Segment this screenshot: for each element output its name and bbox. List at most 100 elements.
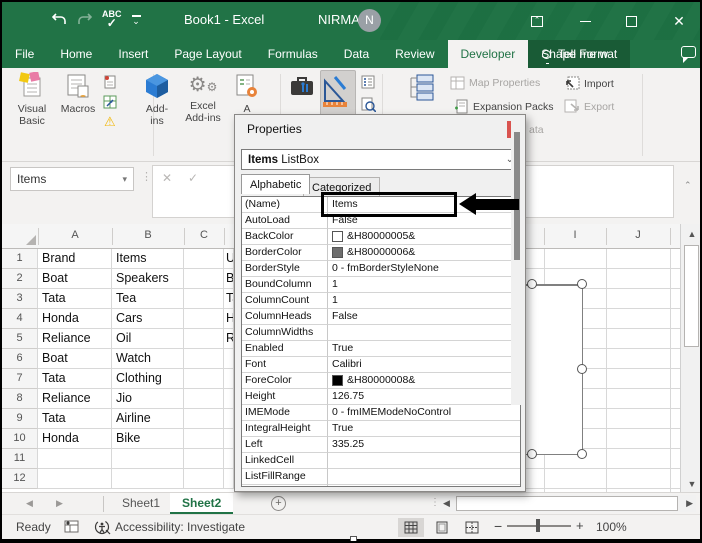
cell-d-peek[interactable] xyxy=(224,369,234,389)
cell-a[interactable]: Tata xyxy=(38,289,112,309)
tab-review[interactable]: Review xyxy=(382,40,447,68)
cell-c[interactable] xyxy=(184,349,224,369)
row-header[interactable]: 6 xyxy=(2,349,38,369)
customize-qat-icon[interactable]: ⌄ xyxy=(132,15,141,24)
property-row-height[interactable]: Height126.75 xyxy=(242,389,520,405)
row-header[interactable]: 1 xyxy=(2,249,38,269)
vscroll-thumb[interactable] xyxy=(684,245,699,347)
next-sheet-icon[interactable]: ▶ xyxy=(56,498,63,509)
view-code-button[interactable] xyxy=(360,96,376,112)
tab-page-layout[interactable]: Page Layout xyxy=(161,40,254,68)
row-header[interactable]: 7 xyxy=(2,369,38,389)
property-row-backcolor[interactable]: BackColor&H80000005& xyxy=(242,229,520,245)
maximize-button[interactable] xyxy=(614,8,648,34)
property-grid-scrollbar[interactable] xyxy=(511,116,524,405)
property-value[interactable]: &H80000006& xyxy=(328,245,520,261)
cell-b[interactable]: Items xyxy=(112,249,184,269)
cell-b[interactable]: Clothing xyxy=(112,369,184,389)
visual-basic-button[interactable]: Visual Basic xyxy=(10,72,54,127)
name-box[interactable]: Items ▾ xyxy=(10,167,134,191)
cell-b[interactable] xyxy=(112,469,184,489)
column-header-C[interactable]: C xyxy=(200,229,208,241)
listbox-control[interactable] xyxy=(522,284,583,455)
cell-d-peek[interactable]: Ta xyxy=(224,289,234,309)
zoom-slider-thumb[interactable] xyxy=(536,519,540,532)
macro-security-icon[interactable]: ⚠ xyxy=(104,114,116,130)
worksheet-left[interactable]: 1BrandItemsU2BoatSpeakersB3TataTeaTa4Hon… xyxy=(2,249,234,492)
control-properties-button[interactable] xyxy=(360,74,376,90)
scroll-down-icon[interactable]: ▼ xyxy=(681,479,702,489)
cell-a[interactable]: Reliance xyxy=(38,389,112,409)
spelling-icon[interactable]: ABC✓ xyxy=(102,10,122,28)
tab-sheet1[interactable]: Sheet1 xyxy=(110,493,172,514)
zoom-in-icon[interactable]: + xyxy=(576,518,584,533)
tab-data[interactable]: Data xyxy=(331,40,382,68)
cell-b[interactable]: Jio xyxy=(112,389,184,409)
property-value[interactable]: 0 - fmIMEModeNoControl xyxy=(328,405,520,421)
insert-controls-button[interactable] xyxy=(286,72,318,103)
normal-view-icon[interactable] xyxy=(398,518,424,537)
cell-d-peek[interactable] xyxy=(224,389,234,409)
property-row-bordercolor[interactable]: BorderColor&H80000006& xyxy=(242,245,520,261)
scroll-left-icon[interactable]: ◀ xyxy=(443,498,450,509)
property-row-columnwidths[interactable]: ColumnWidths xyxy=(242,325,520,341)
property-value[interactable]: &H80000008& xyxy=(328,373,520,389)
redo-icon[interactable] xyxy=(77,13,92,26)
column-header-I[interactable]: I xyxy=(573,229,576,241)
property-value[interactable] xyxy=(328,453,520,469)
zoom-out-icon[interactable]: − xyxy=(494,518,502,534)
row-header[interactable]: 9 xyxy=(2,409,38,429)
tab-insert[interactable]: Insert xyxy=(105,40,161,68)
zoom-level[interactable]: 100% xyxy=(596,520,627,534)
row-header[interactable]: 3 xyxy=(2,289,38,309)
cell-a[interactable]: Honda xyxy=(38,429,112,449)
row-header[interactable]: 5 xyxy=(2,329,38,349)
row-header[interactable]: 10 xyxy=(2,429,38,449)
pgscroll-thumb[interactable] xyxy=(514,132,520,260)
property-value[interactable]: 1 xyxy=(328,277,520,293)
row-header[interactable]: 8 xyxy=(2,389,38,409)
tab-file[interactable]: File xyxy=(2,40,47,68)
property-value[interactable]: 335.25 xyxy=(328,437,520,453)
horizontal-scrollbar[interactable]: ◀ ▶ xyxy=(440,495,696,512)
row-header[interactable]: 11 xyxy=(2,449,38,469)
property-value[interactable]: True xyxy=(328,341,520,357)
cell-a[interactable]: Tata xyxy=(38,369,112,389)
property-row-integralheight[interactable]: IntegralHeightTrue xyxy=(242,421,520,437)
column-header-B[interactable]: B xyxy=(144,229,151,241)
property-value[interactable]: Calibri xyxy=(328,357,520,373)
selection-handle[interactable] xyxy=(577,279,587,289)
undo-icon[interactable] xyxy=(52,13,67,26)
addins-button[interactable]: Add- ins xyxy=(140,72,174,127)
cell-a[interactable]: Tata xyxy=(38,409,112,429)
tell-me-box[interactable]: Tell me w xyxy=(542,40,608,68)
cell-a[interactable] xyxy=(38,469,112,489)
property-row-listfillrange[interactable]: ListFillRange xyxy=(242,469,520,485)
cell-b[interactable]: Watch xyxy=(112,349,184,369)
property-value[interactable] xyxy=(328,325,520,341)
property-value[interactable]: 0 - fmBorderStyleNone xyxy=(328,261,520,277)
property-value[interactable]: 126.75 xyxy=(328,389,520,405)
cell-b[interactable]: Bike xyxy=(112,429,184,449)
relative-references-button[interactable] xyxy=(102,94,118,110)
cell-c[interactable] xyxy=(184,369,224,389)
property-row-linkedcell[interactable]: LinkedCell xyxy=(242,453,520,469)
property-row-boundcolumn[interactable]: BoundColumn1 xyxy=(242,277,520,293)
record-macro-button[interactable] xyxy=(102,74,118,90)
vertical-scrollbar[interactable]: ▲ ▼ xyxy=(680,224,702,493)
accessibility-status[interactable]: Accessibility: Investigate xyxy=(115,520,245,534)
cell-b[interactable]: Tea xyxy=(112,289,184,309)
import-button[interactable]: Import xyxy=(564,76,614,91)
new-sheet-icon[interactable]: + xyxy=(271,496,286,511)
cell-b[interactable]: Speakers xyxy=(112,269,184,289)
collapse-formula-bar-icon[interactable]: ⌃ xyxy=(684,180,692,191)
cell-c[interactable] xyxy=(184,289,224,309)
cell-a[interactable]: Honda xyxy=(38,309,112,329)
cell-c[interactable] xyxy=(184,389,224,409)
column-header-A[interactable]: A xyxy=(71,229,78,241)
property-row-forecolor[interactable]: ForeColor&H80000008& xyxy=(242,373,520,389)
prev-sheet-icon[interactable]: ◀ xyxy=(26,498,33,509)
comments-icon[interactable] xyxy=(681,46,696,58)
cell-d-peek[interactable] xyxy=(224,469,234,489)
tab-sheet2[interactable]: Sheet2 xyxy=(170,493,233,514)
